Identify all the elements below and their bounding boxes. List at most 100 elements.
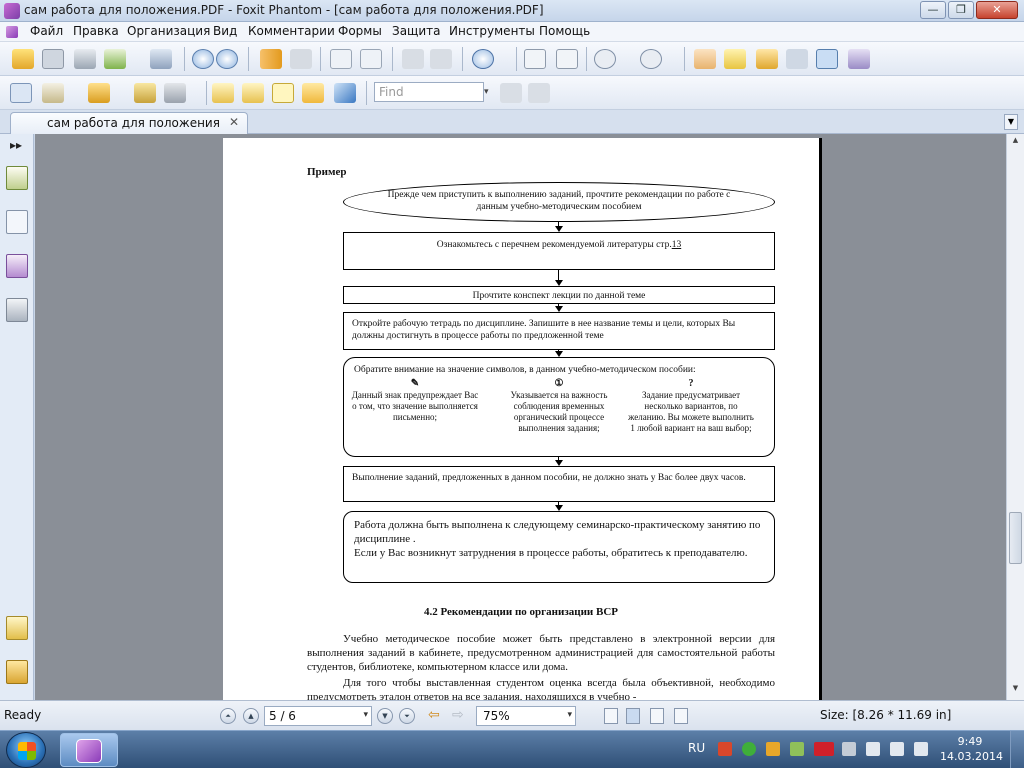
forward-arrow-icon[interactable]: [290, 49, 312, 69]
tray-power-icon[interactable]: [914, 742, 928, 756]
next-page-icon[interactable]: [216, 49, 238, 69]
title-bar: сам работа для положения.PDF - Foxit Pha…: [0, 0, 1024, 22]
system-clock[interactable]: 9:49 14.03.2014: [940, 734, 1003, 764]
snapshot-icon[interactable]: [848, 49, 870, 69]
vertical-scrollbar[interactable]: ▲ ▼: [1006, 134, 1024, 700]
checklist-icon[interactable]: [242, 83, 264, 103]
menu-help[interactable]: Помощь: [539, 24, 590, 38]
taskbar-foxit-app[interactable]: [60, 733, 118, 767]
bookmarks-panel-icon[interactable]: [6, 210, 28, 234]
scroll-up-icon[interactable]: ▲: [1009, 136, 1022, 150]
menu-comments[interactable]: Комментарии: [248, 24, 335, 38]
find-input[interactable]: Find: [374, 82, 484, 102]
edit-document-icon[interactable]: [42, 83, 64, 103]
single-page-view-icon[interactable]: [604, 708, 618, 724]
select-arrow-icon[interactable]: [756, 49, 778, 69]
zoom-out-icon[interactable]: [594, 49, 616, 69]
save-icon[interactable]: [42, 49, 64, 69]
first-page-icon[interactable]: ⏶: [220, 708, 236, 724]
restore-button[interactable]: ❐: [948, 1, 974, 19]
signatures-panel-icon[interactable]: [6, 298, 28, 322]
tray-network-icon[interactable]: [866, 742, 880, 756]
tray-volume-icon[interactable]: [890, 742, 904, 756]
print-icon[interactable]: [74, 49, 96, 69]
note-edit-icon[interactable]: [212, 83, 234, 103]
stamp-icon[interactable]: [88, 83, 110, 103]
comments-panel-icon[interactable]: [6, 616, 28, 640]
undo-icon[interactable]: [402, 49, 424, 69]
frame-icon[interactable]: [10, 83, 32, 103]
zoom-in-icon[interactable]: [472, 49, 494, 69]
doc-menu-icon[interactable]: [6, 26, 18, 38]
layers-panel-icon[interactable]: [6, 254, 28, 278]
show-desktop-button[interactable]: [1010, 731, 1024, 768]
previous-page-icon[interactable]: [192, 49, 214, 69]
zoom-plus-icon[interactable]: [640, 49, 662, 69]
binoculars-icon[interactable]: [786, 49, 808, 69]
language-indicator[interactable]: RU: [688, 741, 705, 755]
menu-tools[interactable]: Инструменты: [449, 24, 535, 38]
lock-icon[interactable]: [164, 83, 186, 103]
menu-edit[interactable]: Правка: [73, 24, 119, 38]
page-number-field[interactable]: 5 / 6 ▾: [264, 706, 372, 726]
tray-arrow-icon[interactable]: [842, 742, 856, 756]
close-button[interactable]: ✕: [976, 1, 1018, 19]
text-select-icon[interactable]: [724, 49, 746, 69]
fit-width-icon[interactable]: [556, 49, 578, 69]
next-page-status-icon[interactable]: ▼: [377, 708, 393, 724]
extract-page-icon[interactable]: [360, 49, 382, 69]
tab-document[interactable]: сам работа для положения ✕: [10, 112, 248, 134]
scroll-down-icon[interactable]: ▼: [1009, 684, 1022, 698]
page-dropdown-icon[interactable]: ▾: [363, 710, 368, 720]
menu-organize[interactable]: Организация: [127, 24, 210, 38]
zoom-field[interactable]: 75% ▾: [476, 706, 576, 726]
sign-pen-icon[interactable]: [134, 83, 156, 103]
literature-page-link[interactable]: 13: [672, 240, 682, 250]
continuous-view-icon[interactable]: [626, 708, 640, 724]
foxit-app-icon[interactable]: [4, 3, 20, 19]
tray-flag-icon[interactable]: [718, 742, 732, 756]
flow-step-symbols: Обратите внимание на значение символов, …: [343, 357, 775, 457]
find-next-icon[interactable]: [528, 83, 550, 103]
facing-view-icon[interactable]: [650, 708, 664, 724]
prev-page-icon[interactable]: ▲: [243, 708, 259, 724]
minimize-button[interactable]: —: [920, 1, 946, 19]
continuous-facing-view-icon[interactable]: [674, 708, 688, 724]
tab-list-dropdown[interactable]: ▼: [1004, 114, 1018, 130]
last-page-icon[interactable]: ⏷: [399, 708, 415, 724]
fit-page-icon[interactable]: [524, 49, 546, 69]
typewriter-icon[interactable]: [816, 49, 838, 69]
menu-view[interactable]: Вид: [213, 24, 237, 38]
collapse-panel-icon[interactable]: ▸▸: [10, 138, 22, 152]
attachments-panel-icon[interactable]: [6, 660, 28, 684]
open-folder-icon[interactable]: [12, 49, 34, 69]
find-dropdown-icon[interactable]: ▾: [484, 82, 494, 102]
tray-ati-icon[interactable]: [814, 742, 834, 756]
tray-update-icon[interactable]: [766, 742, 780, 756]
zoom-dropdown-icon[interactable]: ▾: [567, 710, 572, 720]
tray-network-status-icon[interactable]: [790, 742, 804, 756]
start-button[interactable]: [6, 732, 46, 768]
tab-close-icon[interactable]: ✕: [229, 115, 239, 129]
arrow-annotation-icon[interactable]: [334, 83, 356, 103]
scanner-icon[interactable]: [150, 49, 172, 69]
go-back-icon[interactable]: ⇦: [428, 707, 440, 723]
menu-forms[interactable]: Формы: [338, 24, 382, 38]
tray-antivirus-icon[interactable]: [742, 742, 756, 756]
redo-icon[interactable]: [430, 49, 452, 69]
text-box-icon[interactable]: [272, 83, 294, 103]
menu-file[interactable]: Файл: [30, 24, 63, 38]
hand-tool-icon[interactable]: [694, 49, 716, 69]
back-arrow-icon[interactable]: [260, 49, 282, 69]
comment-icon[interactable]: [302, 83, 324, 103]
go-forward-icon[interactable]: ⇨: [452, 707, 464, 723]
insert-page-icon[interactable]: [330, 49, 352, 69]
email-icon[interactable]: [104, 49, 126, 69]
scroll-thumb[interactable]: [1009, 512, 1022, 564]
question-symbol-icon: ?: [688, 378, 694, 389]
paragraph-2: Для того чтобы выставленная студентом оц…: [307, 677, 775, 700]
pages-panel-icon[interactable]: [6, 166, 28, 190]
find-previous-icon[interactable]: [500, 83, 522, 103]
document-view[interactable]: Пример Прежде чем приступить к выполнени…: [35, 134, 1006, 700]
menu-protect[interactable]: Защита: [392, 24, 441, 38]
